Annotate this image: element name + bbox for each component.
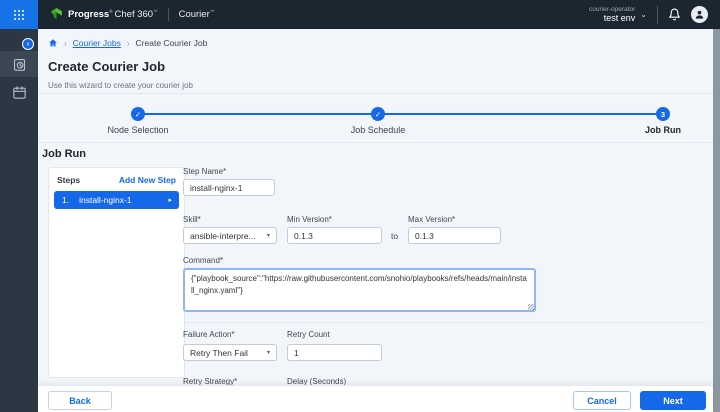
step-name-input[interactable] bbox=[183, 179, 275, 196]
vertical-scrollbar[interactable] bbox=[713, 29, 720, 412]
breadcrumb-separator: › bbox=[64, 38, 67, 48]
wizard-footer: Back Cancel Next bbox=[38, 385, 713, 412]
account-switcher[interactable]: courier-operator test env bbox=[589, 6, 635, 23]
min-version-label: Min Version* bbox=[287, 215, 332, 224]
app-name: Courier™ bbox=[178, 8, 215, 21]
command-label: Command* bbox=[183, 256, 224, 265]
failure-action-value: Retry Then Fail bbox=[190, 347, 248, 358]
stepper-connector bbox=[138, 113, 663, 115]
max-version-label: Max Version* bbox=[408, 215, 456, 224]
max-version-input[interactable] bbox=[408, 227, 501, 244]
select-caret-icon: ▾ bbox=[266, 233, 270, 239]
back-button[interactable]: Back bbox=[48, 391, 112, 410]
topbar-divider bbox=[167, 8, 169, 21]
step-index: 1. bbox=[62, 195, 70, 205]
app-launcher-button[interactable] bbox=[0, 0, 38, 29]
textarea-resize-handle[interactable] bbox=[528, 304, 534, 310]
select-caret-icon: ▾ bbox=[266, 350, 270, 356]
step-name: install-nginx-1 bbox=[79, 195, 132, 205]
sidebar-item-schedule[interactable] bbox=[0, 79, 38, 105]
next-button[interactable]: Next bbox=[640, 391, 706, 410]
notifications-bell-icon[interactable] bbox=[668, 8, 681, 21]
retry-count-input[interactable] bbox=[287, 344, 382, 361]
min-version-input[interactable] bbox=[287, 227, 382, 244]
version-range-joiner: to bbox=[391, 231, 399, 241]
waffle-icon bbox=[14, 9, 24, 20]
stepper-step-3-dot[interactable]: 3 bbox=[656, 107, 670, 121]
user-avatar[interactable] bbox=[691, 6, 708, 23]
account-environment: test env bbox=[603, 13, 636, 23]
section-heading: Job Run bbox=[42, 148, 86, 160]
job-clipboard-clock-icon bbox=[13, 58, 25, 71]
brand: Progress® Chef 360™ bbox=[50, 8, 158, 21]
steps-panel: Steps Add New Step 1. install-nginx-1 ▸ bbox=[48, 167, 185, 378]
sidebar-expand-toggle[interactable]: › bbox=[22, 38, 34, 50]
divider bbox=[38, 142, 713, 143]
stepper-step-3-label: Job Run bbox=[645, 125, 681, 135]
brand-company: Progress® bbox=[68, 8, 113, 21]
brand-suite: Chef 360™ bbox=[114, 8, 158, 21]
stepper-step-1-dot[interactable]: ✓ bbox=[131, 107, 145, 121]
step-name-label: Step Name* bbox=[183, 167, 227, 176]
breadcrumb-current: Create Courier Job bbox=[135, 38, 208, 48]
left-sidebar bbox=[0, 29, 38, 412]
breadcrumb-separator: › bbox=[126, 38, 130, 48]
progress-logo-icon bbox=[51, 8, 62, 19]
account-role: courier-operator bbox=[589, 6, 636, 13]
retry-count-label: Retry Count bbox=[287, 330, 330, 339]
page-subtitle: Use this wizard to create your courier j… bbox=[48, 81, 193, 90]
chevron-right-icon: ▸ bbox=[168, 197, 172, 204]
failure-action-label: Failure Action* bbox=[183, 330, 235, 339]
person-icon bbox=[695, 10, 704, 19]
add-new-step-link[interactable]: Add New Step bbox=[119, 175, 176, 185]
stepper-step-1-label: Node Selection bbox=[107, 125, 169, 135]
sidebar-item-jobs[interactable] bbox=[0, 51, 38, 77]
skill-select-value: ansible-interpre... bbox=[190, 230, 256, 241]
topbar-divider bbox=[657, 5, 658, 24]
chevron-down-icon[interactable]: ⌄ bbox=[640, 10, 647, 19]
cancel-button[interactable]: Cancel bbox=[573, 391, 631, 410]
skill-label: Skill* bbox=[183, 215, 201, 224]
steps-panel-title: Steps bbox=[57, 175, 81, 185]
breadcrumb: › Courier Jobs › Create Courier Job bbox=[48, 38, 207, 48]
divider bbox=[38, 93, 713, 94]
breadcrumb-link-courier-jobs[interactable]: Courier Jobs bbox=[73, 38, 121, 48]
stepper-step-2-dot[interactable]: ✓ bbox=[371, 107, 385, 121]
command-textarea[interactable]: {"playbook_source":"https://raw.githubus… bbox=[183, 268, 536, 312]
divider bbox=[183, 322, 706, 323]
failure-action-select[interactable]: Retry Then Fail ▾ bbox=[183, 344, 277, 361]
skill-select[interactable]: ansible-interpre... ▾ bbox=[183, 227, 277, 244]
step-list-item-selected[interactable]: 1. install-nginx-1 ▸ bbox=[54, 191, 179, 209]
top-bar: Progress® Chef 360™ Courier™ courier-ope… bbox=[0, 0, 720, 29]
page-title: Create Courier Job bbox=[48, 59, 166, 74]
home-icon[interactable] bbox=[48, 38, 58, 48]
stepper-step-2-label: Job Schedule bbox=[350, 125, 406, 135]
calendar-icon bbox=[12, 85, 26, 99]
